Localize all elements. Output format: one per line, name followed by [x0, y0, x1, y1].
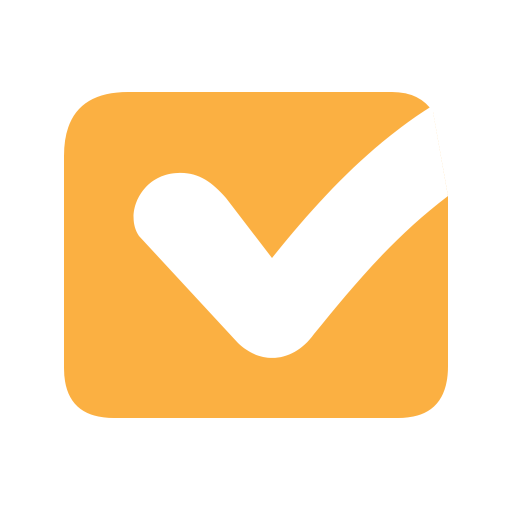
app-icon-canvas [0, 0, 512, 512]
checkbox-check-icon [64, 92, 448, 418]
